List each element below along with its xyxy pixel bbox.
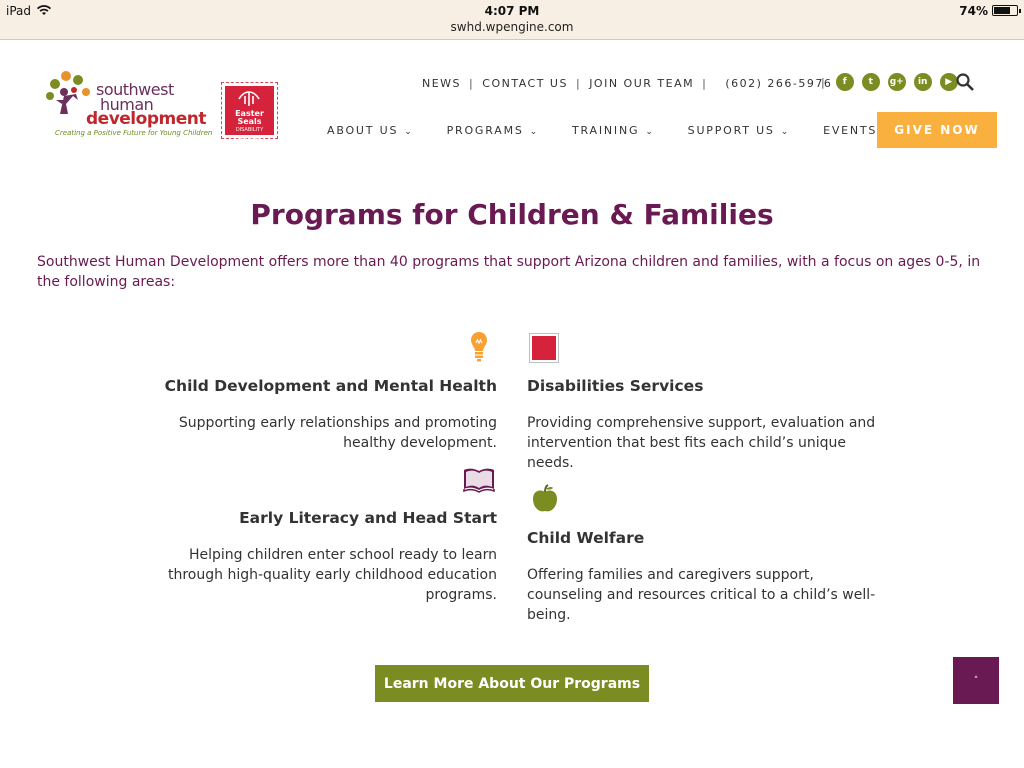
- chevron-down-icon: ⌄: [645, 127, 655, 137]
- twitter-icon[interactable]: t: [861, 73, 880, 91]
- lily-icon: [238, 91, 260, 106]
- book-icon: [463, 468, 495, 493]
- intro-text: Southwest Human Development offers more …: [37, 254, 981, 290]
- program-description: Offering families and caregivers support…: [527, 567, 876, 623]
- chevron-down-icon: ⌄: [780, 127, 791, 137]
- nav-about-us[interactable]: ABOUT US ⌄: [327, 124, 414, 137]
- chevron-down-icon: ⌄: [404, 127, 414, 137]
- apple-icon: [533, 484, 557, 512]
- easter-seals-icon: [529, 333, 559, 363]
- nav-separator: |: [702, 76, 708, 90]
- status-time: 4:07 PM: [484, 4, 540, 18]
- chevron-up-icon: ˄: [973, 675, 979, 686]
- learn-more-button[interactable]: Learn More About Our Programs: [375, 665, 649, 702]
- program-title[interactable]: Child Development and Mental Health: [140, 377, 497, 395]
- nav-separator: |: [575, 76, 582, 90]
- program-title[interactable]: Child Welfare: [527, 529, 887, 547]
- phone-number[interactable]: (602) 266-5976: [725, 77, 832, 90]
- easter-seals-subtext: DISABILITY SERVICES: [235, 127, 264, 141]
- nav-support-us[interactable]: SUPPORT US ⌄: [688, 124, 790, 137]
- google-plus-icon[interactable]: g+: [887, 73, 906, 91]
- scroll-to-top-button[interactable]: ˄: [953, 657, 999, 704]
- program-description: Providing comprehensive support, evaluat…: [527, 415, 876, 471]
- program-title[interactable]: Early Literacy and Head Start: [140, 509, 497, 527]
- battery-icon: [992, 5, 1021, 16]
- chevron-down-icon: ⌄: [529, 127, 539, 137]
- nav-news[interactable]: NEWS: [422, 77, 461, 90]
- nav-separator: |: [821, 75, 825, 89]
- site-logo[interactable]: southwest human development Creating a P…: [46, 68, 212, 140]
- nav-contact-us[interactable]: CONTACT US: [482, 77, 568, 90]
- logo-text-line3: development: [86, 109, 206, 129]
- easter-seals-logo[interactable]: Easter Seals DISABILITY SERVICES: [221, 82, 278, 141]
- address-bar-url[interactable]: swhd.wpengine.com: [0, 20, 1024, 34]
- lightbulb-icon: [471, 332, 487, 362]
- program-description: Helping children enter school ready to l…: [168, 547, 497, 603]
- facebook-icon[interactable]: f: [835, 73, 854, 91]
- page-title: Programs for Children & Families: [250, 198, 774, 231]
- linkedin-icon[interactable]: in: [913, 73, 932, 91]
- nav-join-our-team[interactable]: JOIN OUR TEAM: [589, 77, 694, 90]
- search-icon[interactable]: [955, 72, 975, 92]
- social-links: | f t g+ in ▶: [821, 73, 958, 91]
- easter-seals-text: Easter Seals: [235, 109, 264, 126]
- utility-nav: NEWS | CONTACT US | JOIN OUR TEAM | (602…: [422, 75, 832, 91]
- status-bar: iPad 4:07 PM swhd.wpengine.com 74%: [0, 0, 1024, 40]
- nav-separator: |: [469, 76, 475, 90]
- logo-tagline: Creating a Positive Future for Young Chi…: [55, 129, 213, 137]
- main-nav: ABOUT US ⌄ PROGRAMS ⌄ TRAINING ⌄ SUPPORT US…: [327, 124, 910, 137]
- nav-events[interactable]: EVENTS: [823, 124, 877, 137]
- program-title[interactable]: Disabilities Services: [527, 377, 887, 395]
- give-now-button[interactable]: GIVE NOW: [877, 112, 997, 148]
- nav-training[interactable]: TRAINING ⌄: [572, 124, 655, 137]
- battery-percent: 74%: [959, 4, 988, 18]
- nav-programs[interactable]: PROGRAMS ⌄: [447, 124, 539, 137]
- program-description: Supporting early relationships and promo…: [178, 415, 497, 451]
